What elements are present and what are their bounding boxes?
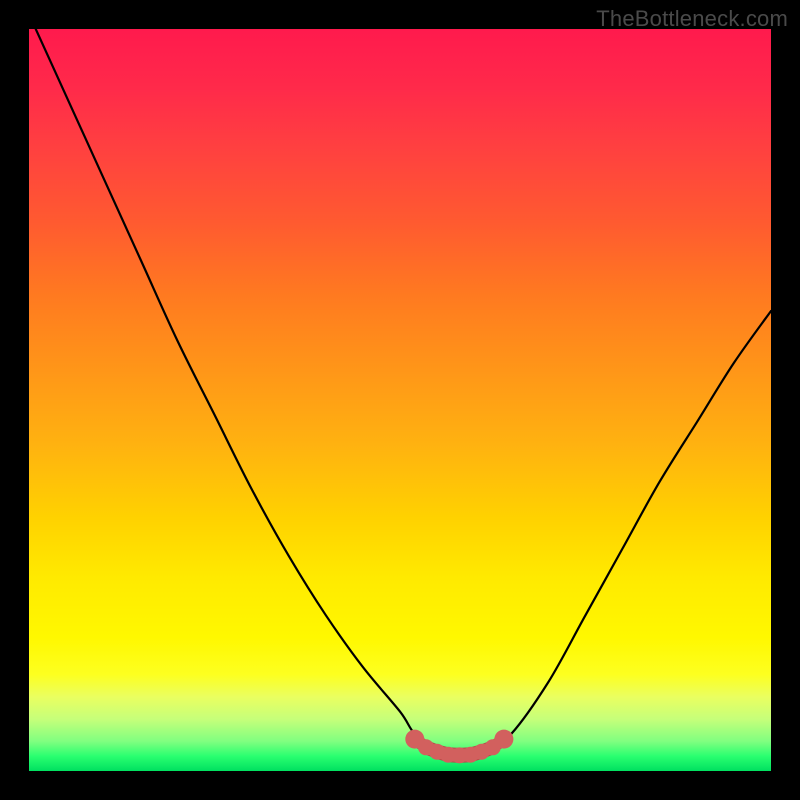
chart-plot-area <box>29 29 771 771</box>
bottleneck-minimum-dots <box>405 730 513 764</box>
chart-svg-layer <box>29 29 771 771</box>
marker-endcap <box>494 730 513 749</box>
bottleneck-curve <box>29 29 771 757</box>
marker-endcap <box>405 730 424 749</box>
chart-frame: TheBottleneck.com <box>0 0 800 800</box>
watermark-text: TheBottleneck.com <box>596 6 788 32</box>
